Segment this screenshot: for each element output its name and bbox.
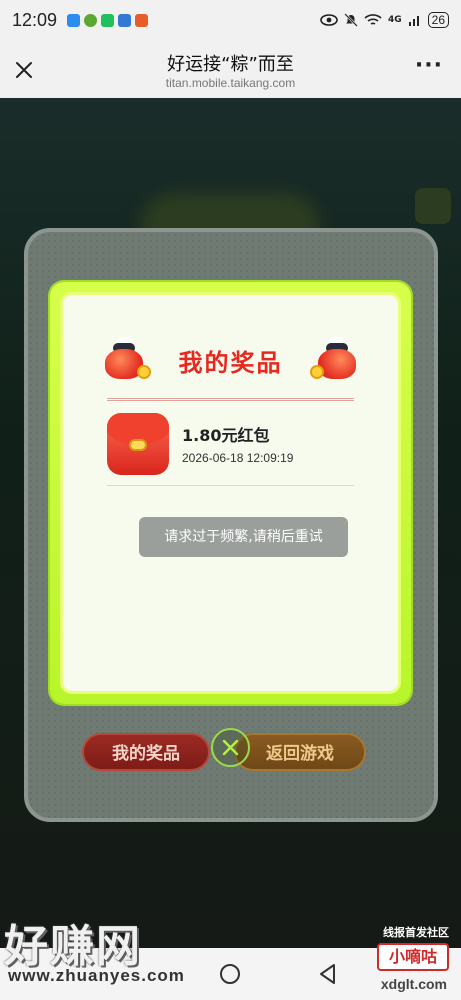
browser-header: 好运接“粽”而至 titan.mobile.taikang.com ··· [0, 40, 461, 98]
red-packet-icon [107, 413, 169, 475]
watermark-url: xdglt.com [380, 976, 447, 992]
prize-time: 2026-06-18 12:09:19 [182, 451, 294, 465]
mute-bell-icon [344, 13, 358, 27]
signal-icon [408, 16, 419, 26]
page-url: titan.mobile.taikang.com [165, 76, 296, 90]
watermark-url: www.zhuanyes.com [8, 966, 185, 985]
notification-app-icon [84, 13, 98, 27]
more-icon[interactable]: ··· [415, 55, 443, 77]
watermark-caption: 线报首发社区 [383, 926, 449, 939]
prize-item: 1.80元红包 2026-06-18 12:09:19 [107, 413, 369, 477]
notification-app-icon [118, 13, 132, 27]
close-icon [222, 739, 239, 756]
prize-dialog: 我的奖品 1.80元红包 2026-06-18 12:09:19 请求过于频繁,… [50, 282, 411, 704]
back-icon[interactable] [318, 963, 338, 985]
status-bar: 12:09 4G 26 [0, 0, 461, 40]
notification-icons [67, 13, 149, 27]
watermark-logo: 小嘀咕 [377, 943, 449, 971]
back-to-game-button[interactable]: 返回游戏 [234, 733, 366, 771]
divider [107, 485, 354, 486]
prize-dialog-content: 我的奖品 1.80元红包 2026-06-18 12:09:19 请求过于频繁,… [60, 292, 401, 694]
prize-name: 1.80元红包 [182, 426, 270, 445]
background-decoration [415, 188, 451, 224]
divider [107, 398, 354, 401]
notification-app-icon [67, 13, 81, 27]
dialog-close-button[interactable] [211, 728, 250, 767]
network-type: 4G [387, 15, 402, 25]
error-toast: 请求过于频繁,请稍后重试 [139, 517, 348, 557]
watermark-logo: 好赚网 [4, 921, 142, 972]
battery-indicator: 26 [427, 12, 449, 28]
home-icon[interactable] [220, 964, 240, 984]
wifi-icon [364, 14, 382, 25]
my-prizes-button[interactable]: 我的奖品 [82, 733, 210, 771]
eye-icon [320, 14, 338, 26]
notification-app-icon [135, 13, 149, 27]
wechat-icon [101, 13, 115, 27]
status-right: 4G 26 [320, 12, 449, 28]
page-title: 好运接“粽”而至 [167, 54, 294, 75]
dialog-title: 我的奖品 [178, 349, 283, 377]
status-time: 12:09 [12, 9, 58, 30]
